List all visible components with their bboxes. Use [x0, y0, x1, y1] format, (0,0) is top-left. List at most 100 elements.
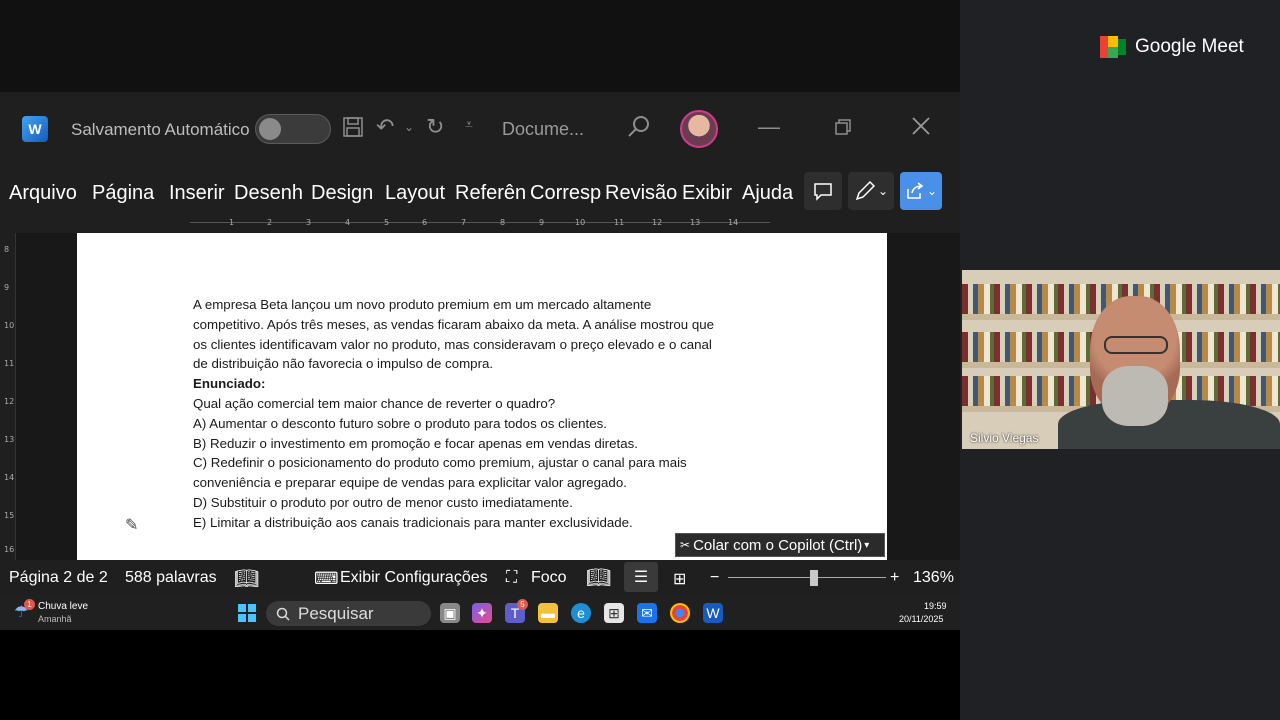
- word-taskbar-icon[interactable]: W: [703, 603, 723, 623]
- zoom-level[interactable]: 136%: [913, 569, 954, 587]
- ruler-number: 11: [614, 218, 625, 227]
- tab-desenhar[interactable]: Desenh: [234, 182, 306, 205]
- paste-with-copilot-button[interactable]: ✂ Colar com o Copilot (Ctrl) ▾: [675, 533, 885, 557]
- ruler-number: 12: [652, 218, 663, 227]
- tab-arquivo[interactable]: Arquivo: [9, 182, 85, 205]
- clock-date[interactable]: 20/11/2025: [899, 614, 943, 624]
- tab-revisao[interactable]: Revisão: [605, 182, 677, 205]
- user-avatar[interactable]: [680, 110, 718, 148]
- paste-icon: ✂: [680, 538, 691, 552]
- participant-body: [1058, 400, 1280, 449]
- tab-layout[interactable]: Layout: [385, 182, 449, 205]
- enunciado-heading: Enunciado:: [193, 376, 266, 392]
- participant-video-tile[interactable]: Silvio Viegas: [962, 270, 1280, 449]
- clock-time[interactable]: 19:59: [924, 601, 947, 611]
- vertical-ruler[interactable]: 8 9 10 11 12 13 14 15 16: [0, 233, 16, 560]
- copilot-draft-icon[interactable]: ✎: [125, 515, 138, 535]
- chevron-down-icon: ▾: [864, 539, 870, 551]
- undo-icon[interactable]: ↶: [376, 114, 394, 140]
- minimize-icon[interactable]: —: [758, 114, 780, 140]
- ruler-number: 8: [500, 218, 506, 227]
- option-c-line2: conveniência e preparar equipe de vendas…: [193, 475, 627, 491]
- autosave-toggle[interactable]: [255, 114, 331, 144]
- tab-exibir[interactable]: Exibir: [682, 182, 738, 205]
- document-page[interactable]: A empresa Beta lançou um novo produto pr…: [77, 233, 887, 560]
- windows-start-icon[interactable]: [238, 604, 256, 622]
- weather-subtitle: Amanhã: [38, 614, 72, 624]
- chrome-icon[interactable]: [670, 603, 690, 623]
- undo-dropdown-icon[interactable]: ⌄: [404, 120, 414, 134]
- ruler-number: 7: [461, 218, 467, 227]
- save-icon[interactable]: [342, 116, 364, 144]
- paragraph-line: de distribuição não favorecia o impulso …: [193, 356, 494, 372]
- display-settings-icon: ⌨︎: [314, 569, 339, 588]
- comments-button[interactable]: [804, 172, 842, 210]
- word-count[interactable]: 588 palavras: [125, 569, 217, 587]
- paragraph-line: A empresa Beta lançou um novo produto pr…: [193, 297, 652, 312]
- taskbar-search[interactable]: Pesquisar: [266, 601, 431, 626]
- restore-icon[interactable]: [834, 116, 852, 142]
- chevron-down-icon: ⌄: [926, 184, 938, 198]
- tab-design[interactable]: Design: [311, 182, 378, 205]
- tab-inserir[interactable]: Inserir: [169, 182, 229, 205]
- tab-pagina[interactable]: Página: [92, 182, 158, 205]
- vruler-number: 9: [4, 283, 10, 292]
- ribbon-tabs: Arquivo Página Inserir Desenh Design Lay…: [0, 166, 960, 216]
- google-meet-logo-icon: [1100, 36, 1126, 58]
- vruler-number: 14: [4, 473, 15, 482]
- ruler-track: [190, 222, 770, 228]
- search-icon: [276, 607, 290, 621]
- task-view-icon[interactable]: ▣: [440, 603, 460, 623]
- ruler-number: 9: [539, 218, 545, 227]
- autosave-label: Salvamento Automático: [71, 120, 250, 139]
- focus-button[interactable]: Foco: [531, 569, 567, 587]
- display-settings-button[interactable]: Exibir Configurações: [340, 569, 488, 587]
- close-icon[interactable]: [911, 116, 931, 142]
- customize-toolbar-icon[interactable]: ⩡: [465, 116, 473, 133]
- reading-mode-icon[interactable]: 📖︎: [234, 566, 259, 591]
- vruler-number: 8: [4, 245, 10, 254]
- tab-referencias[interactable]: Referên: [455, 182, 527, 205]
- chevron-down-icon: ⌄: [877, 184, 889, 198]
- participant-name: Silvio Viegas: [970, 431, 1039, 445]
- share-button[interactable]: ⌄: [900, 172, 942, 210]
- zoom-in-icon[interactable]: +: [890, 569, 899, 587]
- paragraph-line: competitivo. Após três meses, as vendas …: [193, 316, 715, 332]
- weather-title[interactable]: Chuva leve: [38, 601, 88, 612]
- horizontal-ruler[interactable]: 1 2 3 4 5 6 7 8 9 10 11 12 13 14: [0, 216, 960, 233]
- tab-correspondencias[interactable]: Corresp: [530, 182, 602, 205]
- tab-ajuda[interactable]: Ajuda: [742, 182, 798, 205]
- redo-icon[interactable]: ↻: [426, 114, 444, 140]
- ruler-number: 10: [575, 218, 586, 227]
- ruler-number: 13: [690, 218, 701, 227]
- meet-title: Google Meet: [1135, 36, 1244, 57]
- word-titlebar: W Salvamento Automático ↶ ⌄ ↻ ⩡ Docume..…: [0, 92, 960, 166]
- ruler-number: 2: [267, 218, 273, 227]
- document-title[interactable]: Docume...: [502, 119, 584, 140]
- zoom-slider[interactable]: [728, 577, 886, 578]
- copilot-icon[interactable]: ✦: [472, 603, 492, 623]
- zoom-out-icon[interactable]: −: [710, 569, 719, 587]
- vruler-number: 12: [4, 397, 15, 406]
- web-layout-icon[interactable]: ⊞: [673, 569, 686, 589]
- editing-mode-button[interactable]: ⌄: [848, 172, 894, 210]
- search-icon[interactable]: [626, 114, 652, 146]
- windows-taskbar: ☂ 1 Chuva leve Amanhã Pesquisar ▣ ✦ T 5 …: [0, 596, 960, 630]
- file-explorer-icon[interactable]: ▬: [538, 603, 558, 623]
- comment-icon: [814, 183, 832, 201]
- print-layout-icon[interactable]: ☰: [624, 562, 658, 592]
- document-text[interactable]: A empresa Beta lançou um novo produto pr…: [193, 295, 773, 533]
- outlook-icon[interactable]: ✉: [637, 603, 657, 623]
- zoom-slider-thumb[interactable]: [810, 570, 818, 586]
- share-icon: [907, 182, 924, 199]
- page-count[interactable]: Página 2 de 2: [9, 569, 108, 587]
- store-icon[interactable]: ⊞: [604, 603, 624, 623]
- vruler-number: 16: [4, 545, 15, 554]
- edge-icon[interactable]: e: [571, 603, 591, 623]
- option-c-line1: C) Redefinir o posicionamento do produto…: [193, 455, 687, 471]
- question-text: Qual ação comercial tem maior chance de …: [193, 395, 556, 411]
- option-a: A) Aumentar o desconto futuro sobre o pr…: [193, 415, 607, 431]
- vruler-number: 10: [4, 321, 15, 330]
- ruler-number: 5: [384, 218, 390, 227]
- read-mode-view-icon[interactable]: 📖︎: [586, 565, 611, 590]
